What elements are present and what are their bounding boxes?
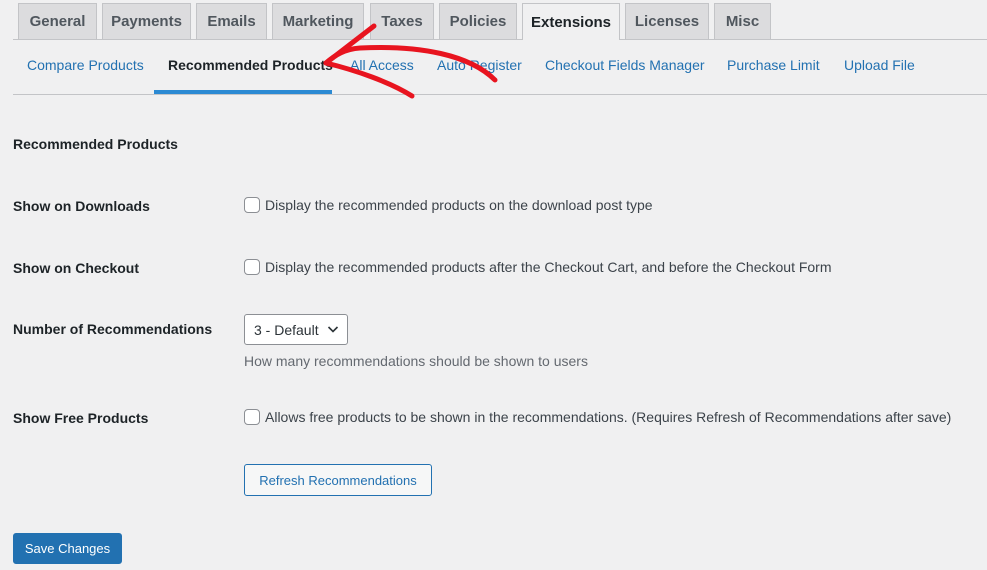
- extension-subtabs: Compare Products Recommended Products Al…: [13, 40, 987, 95]
- chevron-down-icon: [327, 326, 339, 333]
- show-on-checkout-label: Show on Checkout: [13, 260, 139, 276]
- subtabs-divider: [13, 94, 987, 95]
- refresh-recommendations-button[interactable]: Refresh Recommendations: [244, 464, 432, 496]
- tab-general[interactable]: General: [18, 3, 97, 39]
- show-free-products-field: Allows free products to be shown in the …: [244, 409, 951, 425]
- number-of-recommendations-value: 3 - Default: [254, 321, 319, 338]
- number-of-recommendations-description: How many recommendations should be shown…: [244, 353, 588, 369]
- show-on-downloads-field: Display the recommended products on the …: [244, 197, 653, 213]
- show-on-checkout-field: Display the recommended products after t…: [244, 259, 832, 275]
- subtab-upload-file[interactable]: Upload File: [844, 57, 915, 73]
- tab-payments[interactable]: Payments: [102, 3, 191, 39]
- show-free-products-label: Show Free Products: [13, 410, 149, 426]
- show-on-downloads-checkbox[interactable]: [244, 197, 260, 213]
- subtab-auto-register[interactable]: Auto Register: [437, 57, 522, 73]
- show-free-products-text: Allows free products to be shown in the …: [265, 409, 952, 425]
- save-changes-button[interactable]: Save Changes: [13, 533, 122, 564]
- tab-extensions[interactable]: Extensions: [522, 3, 620, 40]
- subtab-checkout-fields-manager[interactable]: Checkout Fields Manager: [545, 57, 705, 73]
- tab-licenses[interactable]: Licenses: [625, 3, 709, 39]
- show-on-downloads-label: Show on Downloads: [13, 198, 150, 214]
- primary-tabs: General Payments Emails Marketing Taxes …: [0, 0, 987, 40]
- show-on-downloads-text: Display the recommended products on the …: [265, 197, 653, 213]
- show-free-products-checkbox[interactable]: [244, 409, 260, 425]
- show-on-checkout-text: Display the recommended products after t…: [265, 259, 832, 275]
- section-title: Recommended Products: [13, 136, 178, 152]
- number-of-recommendations-label: Number of Recommendations: [13, 321, 213, 337]
- tab-marketing[interactable]: Marketing: [272, 3, 364, 39]
- tab-emails[interactable]: Emails: [196, 3, 267, 39]
- subtab-purchase-limit[interactable]: Purchase Limit: [727, 57, 820, 73]
- tab-misc[interactable]: Misc: [714, 3, 771, 39]
- subtab-recommended-products[interactable]: Recommended Products: [168, 57, 333, 73]
- subtab-all-access[interactable]: All Access: [350, 57, 414, 73]
- tab-policies[interactable]: Policies: [439, 3, 517, 39]
- number-of-recommendations-select[interactable]: 3 - Default: [244, 314, 348, 345]
- subtab-compare-products[interactable]: Compare Products: [27, 57, 144, 73]
- active-subtab-indicator: [154, 90, 332, 94]
- tab-taxes[interactable]: Taxes: [370, 3, 434, 39]
- show-on-checkout-checkbox[interactable]: [244, 259, 260, 275]
